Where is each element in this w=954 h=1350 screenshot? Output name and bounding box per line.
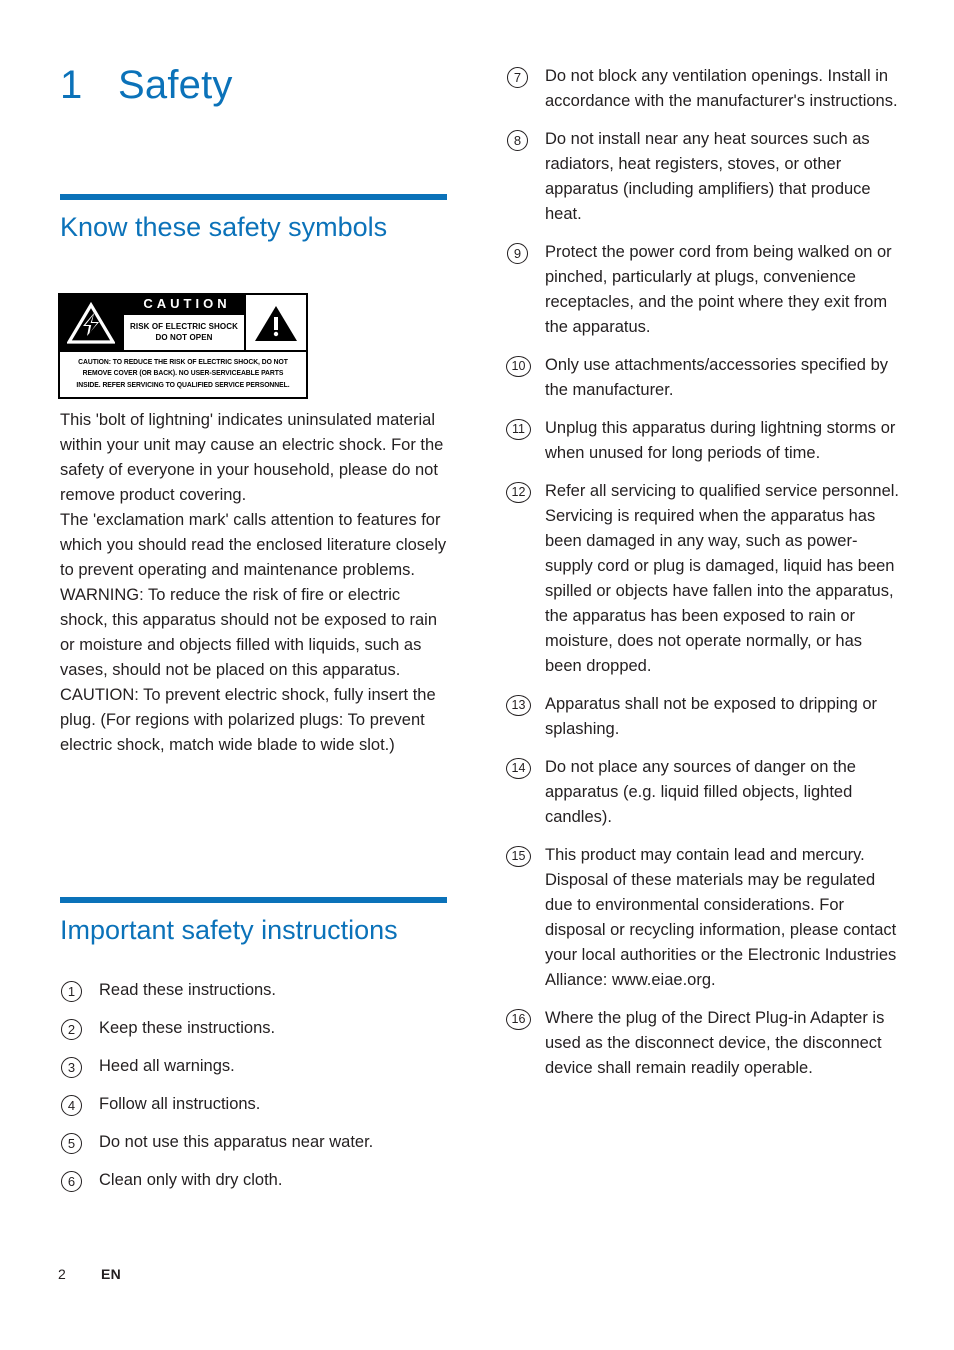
- section-important-safety-instructions: Important safety instructions: [60, 897, 450, 948]
- list-item: 8 Do not install near any heat sources su…: [506, 127, 900, 227]
- section-rule: [60, 194, 447, 200]
- list-item: 16 Where the plug of the Direct Plug-in A…: [506, 1006, 900, 1081]
- list-item: 5 Do not use this apparatus near water.: [60, 1130, 454, 1155]
- list-item-text: Follow all instructions.: [99, 1095, 261, 1113]
- caution-note-text: CAUTION: TO REDUCE THE RISK OF ELECTRIC …: [64, 352, 303, 397]
- footer-page-number: 2: [58, 1266, 66, 1282]
- caution-label-graphic: CAUTION RISK OF ELECTRIC SHOCK DO NOT OP…: [58, 293, 308, 399]
- list-item-number: 10: [511, 359, 526, 374]
- footer-language-code: EN: [101, 1266, 122, 1282]
- list-item-number-badge: 3: [60, 1057, 85, 1078]
- list-item-number: 8: [513, 133, 522, 148]
- caution-top-row: CAUTION RISK OF ELECTRIC SHOCK DO NOT OP…: [60, 295, 306, 352]
- lightning-bolt-triangle-icon: [60, 295, 122, 350]
- list-item-number: 6: [67, 1174, 76, 1189]
- list-item: 7 Do not block any ventilation openings. …: [506, 64, 900, 114]
- list-item-text: Where the plug of the Direct Plug-in Ada…: [545, 1009, 885, 1077]
- caution-risk-line-1: RISK OF ELECTRIC SHOCK: [130, 321, 238, 331]
- list-item-number: 1: [67, 984, 76, 999]
- list-item-number: 16: [511, 1012, 526, 1027]
- exclamation-mark-triangle-icon: [244, 295, 306, 350]
- list-item: 3 Heed all warnings.: [60, 1054, 454, 1079]
- section-rule: [60, 897, 447, 903]
- list-item-number-badge: 8: [506, 130, 531, 151]
- caution-note-line-1: CAUTION: TO REDUCE THE RISK OF ELECTRIC …: [78, 359, 288, 366]
- list-item-number: 13: [511, 698, 526, 713]
- safety-instructions-list-right: 7 Do not block any ventilation openings. …: [506, 64, 900, 1081]
- paragraph-exclamation-mark: The 'exclamation mark' calls attention t…: [60, 511, 447, 579]
- list-item-text: Protect the power cord from being walked…: [545, 243, 892, 336]
- list-item: 6 Clean only with dry cloth.: [60, 1168, 454, 1193]
- list-item-text: Keep these instructions.: [99, 1019, 276, 1037]
- list-item-number: 11: [512, 422, 525, 437]
- safety-symbols-body: This 'bolt of lightning' indicates unins…: [60, 408, 452, 758]
- list-item-number-badge: 5: [60, 1133, 85, 1154]
- list-item-text: Do not block any ventilation openings. I…: [545, 67, 898, 110]
- list-item-text: Heed all warnings.: [99, 1057, 235, 1075]
- list-item-number: 14: [511, 761, 526, 776]
- caution-risk-text: RISK OF ELECTRIC SHOCK DO NOT OPEN: [124, 315, 244, 350]
- list-item: 9 Protect the power cord from being walke…: [506, 240, 900, 340]
- list-item-number: 9: [513, 246, 522, 261]
- list-item-text: This product may contain lead and mercur…: [545, 846, 897, 989]
- list-item-text: Read these instructions.: [99, 981, 277, 999]
- list-item-number-badge: 16: [506, 1009, 531, 1030]
- list-item-text: Do not use this apparatus near water.: [99, 1133, 374, 1151]
- caution-note-line-2: REMOVE COVER (OR BACK). NO USER-SERVICEA…: [82, 370, 284, 378]
- list-item-number-badge: 7: [506, 67, 531, 88]
- list-item-number-badge: 11: [506, 419, 531, 440]
- list-item-number: 4: [67, 1098, 76, 1113]
- paragraph-bolt-of-lightning: This 'bolt of lightning' indicates unins…: [60, 411, 444, 504]
- caution-text-cell: CAUTION RISK OF ELECTRIC SHOCK DO NOT OP…: [122, 295, 244, 350]
- list-item-number: 12: [511, 485, 526, 500]
- list-item-number-badge: 12: [506, 482, 531, 503]
- list-item-text: Do not install near any heat sources suc…: [545, 130, 871, 223]
- caution-risk-line-2: DO NOT OPEN: [155, 333, 213, 343]
- list-item: 1 Read these instructions.: [60, 978, 454, 1003]
- list-item-number-badge: 6: [60, 1171, 85, 1192]
- list-item: 13 Apparatus shall not be exposed to drip…: [506, 692, 900, 742]
- list-item-number: 7: [513, 70, 522, 85]
- paragraph-warning: WARNING: To reduce the risk of fire or e…: [60, 586, 437, 679]
- list-item-number: 15: [511, 849, 526, 864]
- list-item-text: Refer all servicing to qualified service…: [545, 482, 900, 675]
- list-item: 11 Unplug this apparatus during lightning…: [506, 416, 900, 466]
- list-item: 14 Do not place any sources of danger on …: [506, 755, 900, 830]
- page-title: 1 Safety: [60, 63, 233, 108]
- paragraph-caution: CAUTION: To prevent electric shock, full…: [60, 686, 436, 754]
- list-item-number-badge: 13: [506, 695, 531, 716]
- list-item-number-badge: 10: [506, 356, 531, 377]
- list-item-text: Apparatus shall not be exposed to drippi…: [545, 695, 878, 738]
- list-item-text: Clean only with dry cloth.: [99, 1171, 283, 1189]
- list-item-text: Unplug this apparatus during lightning s…: [545, 419, 896, 462]
- list-item: 12 Refer all servicing to qualified servi…: [506, 479, 900, 679]
- page: 1 Safety Know these safety symbols This …: [0, 0, 954, 1350]
- list-item-number-badge: 14: [506, 758, 531, 779]
- list-item-number-badge: 2: [60, 1019, 85, 1040]
- list-item-text: Only use attachments/accessories specifi…: [545, 356, 888, 399]
- list-item-number: 3: [67, 1060, 76, 1075]
- chapter-number: 1: [60, 63, 83, 107]
- caution-word: CAUTION: [124, 295, 244, 315]
- list-item: 4 Follow all instructions.: [60, 1092, 454, 1117]
- list-item-number: 2: [67, 1022, 76, 1037]
- chapter-title: Safety: [118, 63, 233, 107]
- list-item-number: 5: [67, 1136, 76, 1151]
- list-item: 2 Keep these instructions.: [60, 1016, 454, 1041]
- list-item: 15 This product may contain lead and merc…: [506, 843, 900, 993]
- list-item-text: Do not place any sources of danger on th…: [545, 758, 856, 826]
- list-item: 10 Only use attachments/accessories speci…: [506, 353, 900, 403]
- section-heading: Know these safety symbols: [60, 212, 388, 242]
- page-footer: 2 EN: [58, 1266, 121, 1282]
- safety-instructions-list-left: 1 Read these instructions. 2 Keep these ins…: [60, 978, 454, 1193]
- section-know-safety-symbols: Know these safety symbols: [60, 194, 450, 245]
- list-item-number-badge: 1: [60, 981, 85, 1002]
- list-item-number-badge: 15: [506, 846, 531, 867]
- caution-note-line-3: INSIDE. REFER SERVICING TO QUALIFIED SER…: [76, 381, 290, 389]
- list-item-number-badge: 4: [60, 1095, 85, 1116]
- section-heading: Important safety instructions: [60, 915, 398, 945]
- list-item-number-badge: 9: [506, 243, 531, 264]
